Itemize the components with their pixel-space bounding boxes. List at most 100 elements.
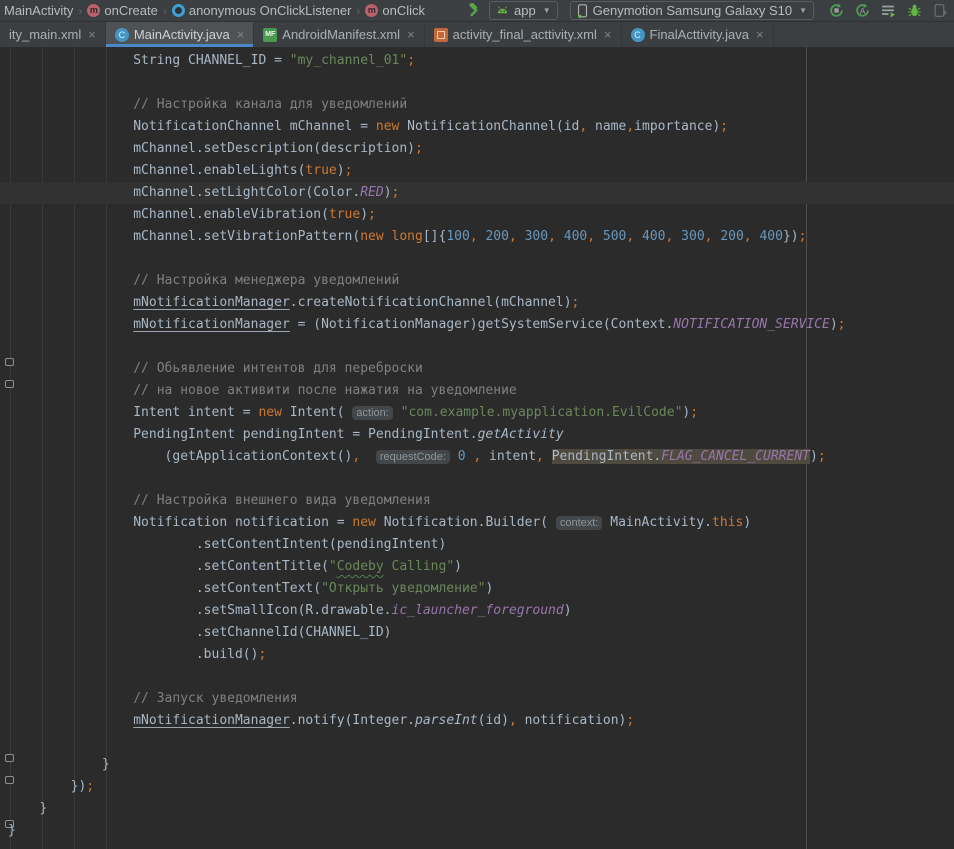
breadcrumb-separator: ›: [356, 4, 360, 18]
code-token: // Настройка канала для уведомлений: [133, 97, 407, 112]
tab-ity-main-xml[interactable]: ity_main.xml×: [0, 22, 106, 47]
code-line[interactable]: mNotificationManager.createNotificationC…: [0, 292, 954, 314]
code-line[interactable]: [0, 248, 954, 270]
code-line[interactable]: .setChannelId(CHANNEL_ID): [0, 622, 954, 644]
class-file-icon: C: [631, 28, 645, 42]
run-config-selector[interactable]: app ▼: [489, 1, 558, 20]
code-token: [393, 405, 401, 420]
apply-code-changes-icon[interactable]: A: [852, 2, 872, 20]
code-line[interactable]: .setSmallIcon(R.drawable.ic_launcher_for…: [0, 600, 954, 622]
code-indent: [8, 559, 196, 574]
breadcrumb-item-mainactivity[interactable]: MainActivity: [4, 3, 73, 18]
code-line[interactable]: }: [0, 754, 954, 776]
code-line[interactable]: mNotificationManager = (NotificationMana…: [0, 314, 954, 336]
code-line[interactable]: Notification notification = new Notifica…: [0, 512, 954, 534]
code-line[interactable]: mChannel.enableLights(true);: [0, 160, 954, 182]
code-line[interactable]: [0, 666, 954, 688]
code-token: ,: [587, 229, 603, 244]
code-token: ,: [666, 229, 682, 244]
code-line[interactable]: }: [0, 820, 954, 842]
class-file-icon: C: [115, 28, 129, 42]
code-token: ): [743, 515, 751, 530]
chevron-down-icon: ▼: [543, 6, 551, 15]
tab-close-icon[interactable]: ×: [237, 28, 245, 41]
code-token: 400: [759, 229, 782, 244]
code-token: getActivity: [478, 427, 564, 442]
breadcrumb-item-oncreate[interactable]: monCreate: [87, 3, 157, 18]
manifest-file-icon: MF: [263, 28, 277, 42]
code-line[interactable]: // Настройка внешнего вида уведомления: [0, 490, 954, 512]
code-token: // Запуск уведомления: [133, 691, 297, 706]
code-token: ;: [799, 229, 807, 244]
code-token: .setContentTitle(: [196, 559, 329, 574]
code-line[interactable]: // Настройка канала для уведомлений: [0, 94, 954, 116]
tab-close-icon[interactable]: ×: [88, 28, 96, 41]
apply-changes-restart-icon[interactable]: [826, 2, 846, 20]
code-line[interactable]: mChannel.setVibrationPattern(new long[]{…: [0, 226, 954, 248]
anonymous-class-icon: [172, 4, 185, 17]
tab-label: activity_final_acttivity.xml: [453, 27, 597, 42]
code-line[interactable]: (getApplicationContext(), requestCode: 0…: [0, 446, 954, 468]
code-token: ;: [368, 207, 376, 222]
build-hammer-icon[interactable]: [463, 2, 483, 20]
tab-close-icon[interactable]: ×: [756, 28, 764, 41]
tab-close-icon[interactable]: ×: [407, 28, 415, 41]
code-token: PendingIntent.: [552, 449, 662, 464]
profiler-disabled-icon[interactable]: [930, 2, 950, 20]
code-token: "com.example.myapplication.EvilCode": [401, 405, 683, 420]
code-token: notification): [517, 713, 627, 728]
code-token: ,: [470, 229, 486, 244]
run-list-icon[interactable]: [878, 2, 898, 20]
code-line[interactable]: [0, 732, 954, 754]
code-indent: [8, 295, 133, 310]
code-line[interactable]: // на новое активити после нажатия на ув…: [0, 380, 954, 402]
breadcrumb-item-anonymous[interactable]: anonymous OnClickListener: [172, 3, 352, 18]
code-line[interactable]: .build();: [0, 644, 954, 666]
code-token: RED: [360, 185, 383, 200]
ide-window: MainActivity›monCreate›anonymous OnClick…: [0, 0, 954, 849]
tab-mainactivity-java[interactable]: CMainActivity.java×: [106, 22, 254, 47]
code-line[interactable]: .setContentTitle("Codeby Calling"): [0, 556, 954, 578]
debug-icon[interactable]: [904, 2, 924, 20]
code-line[interactable]: String CHANNEL_ID = "my_channel_01";: [0, 50, 954, 72]
code-token: ): [360, 207, 368, 222]
code-line[interactable]: .setContentText("Открыть уведомление"): [0, 578, 954, 600]
tab-activity-final-acttivity-xml[interactable]: activity_final_acttivity.xml ×: [425, 22, 622, 47]
code-line[interactable]: Intent intent = new Intent( action: "com…: [0, 402, 954, 424]
code-editor[interactable]: String CHANNEL_ID = "my_channel_01"; // …: [0, 47, 954, 849]
code-line[interactable]: PendingIntent pendingIntent = PendingInt…: [0, 424, 954, 446]
svg-text:A: A: [859, 7, 865, 16]
code-token: ): [485, 581, 493, 596]
code-token: [384, 229, 392, 244]
tab-close-icon[interactable]: ×: [604, 28, 612, 41]
code-token: ,: [509, 713, 517, 728]
code-indent: [8, 97, 133, 112]
code-line[interactable]: // Настройка менеджера уведомлений: [0, 270, 954, 292]
tab-finalacttivity-java[interactable]: CFinalActtivity.java×: [622, 22, 774, 47]
code-token: Intent(: [282, 405, 352, 420]
breadcrumb-label: anonymous OnClickListener: [189, 3, 352, 18]
code-token: mChannel.enableVibration(: [133, 207, 329, 222]
code-token: ,: [744, 229, 760, 244]
code-token: PendingIntent pendingIntent = PendingInt…: [133, 427, 477, 442]
tab-androidmanifest-xml[interactable]: MFAndroidManifest.xml×: [254, 22, 424, 47]
code-line[interactable]: [0, 336, 954, 358]
code-line[interactable]: // Обьявление интентов для переброски: [0, 358, 954, 380]
code-line[interactable]: mChannel.enableVibration(true);: [0, 204, 954, 226]
code-token: new: [258, 405, 281, 420]
code-line[interactable]: [0, 468, 954, 490]
code-token: Notification.Builder(: [376, 515, 556, 530]
code-line[interactable]: [0, 72, 954, 94]
code-token: ;: [392, 185, 400, 200]
code-line[interactable]: .setContentIntent(pendingIntent): [0, 534, 954, 556]
code-line[interactable]: }: [0, 798, 954, 820]
breadcrumb-item-onclick[interactable]: monClick: [365, 3, 425, 18]
code-line[interactable]: mNotificationManager.notify(Integer.pars…: [0, 710, 954, 732]
code-line[interactable]: });: [0, 776, 954, 798]
code-line[interactable]: // Запуск уведомления: [0, 688, 954, 710]
code-token: [450, 449, 458, 464]
code-line[interactable]: mChannel.setDescription(description);: [0, 138, 954, 160]
code-line[interactable]: mChannel.setLightColor(Color.RED);: [0, 182, 954, 204]
device-selector[interactable]: Genymotion Samsung Galaxy S10 ▼: [570, 1, 814, 20]
code-line[interactable]: NotificationChannel mChannel = new Notif…: [0, 116, 954, 138]
